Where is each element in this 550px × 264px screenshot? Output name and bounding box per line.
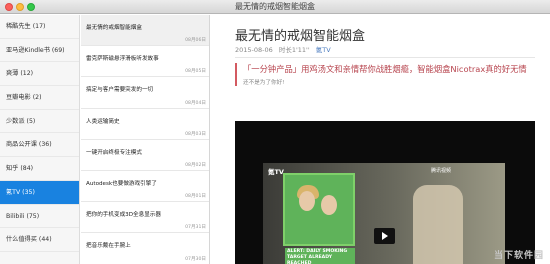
video-channel-logo: 氪TV [268, 168, 284, 176]
list-item-title: 雷克萨斯磁悬浮滑板听发故事 [86, 56, 159, 63]
list-item[interactable]: Autodesk也要做游戏引擎了 08月01日 [81, 171, 209, 203]
sidebar-item-active[interactable]: 氪TV (35) [0, 180, 79, 205]
article-quote: 「一分钟产品」用鸡汤文和亲情帮你战胜烟瘾，智能烟盒Nicotrax真的好无情 还… [235, 63, 535, 86]
sidebar-item[interactable]: Bilibili (75) [0, 205, 79, 229]
list-item-title: 人类运输简史 [86, 118, 120, 125]
list-item-date: 08月06日 [185, 38, 206, 44]
list-item[interactable]: 人类运输简史 08月03日 [81, 109, 209, 140]
face-shape [321, 195, 337, 215]
list-item[interactable]: 一键开启终极专注模式 08月02日 [81, 140, 209, 171]
article-list: 最无情的戒烟智能烟盒 08月06日 雷克萨斯磁悬浮滑板听发故事 08月05日 搞… [81, 15, 210, 264]
list-item-date: 08月02日 [185, 162, 206, 168]
list-item-title: 把你的手机变成3D全息显示器 [86, 212, 161, 219]
face-shape [299, 191, 315, 211]
divider [235, 57, 535, 58]
window-title: 最无情的戒烟智能烟盒 [235, 2, 315, 11]
watermark: 当下软件园 [493, 251, 544, 261]
list-item-title: 把音乐戴在手腕上 [86, 243, 131, 250]
video-player[interactable]: 氪TV 腾讯视频 ALERT: DAILY SMOKING TARGET ALR… [235, 121, 535, 264]
sidebar-item[interactable]: 少数派 (5) [0, 110, 79, 134]
sidebar-item[interactable]: 什么值得买 (44) [0, 228, 79, 252]
quote-text: 「一分钟产品」用鸡汤文和亲情帮你战胜烟瘾，智能烟盒Nicotrax真的好无情 [243, 64, 527, 74]
list-item-selected[interactable]: 最无情的戒烟智能烟盒 08月06日 [81, 15, 209, 47]
sidebar-item[interactable]: 亚马逊Kindle书 (69) [0, 39, 79, 63]
list-item[interactable]: 把音乐戴在手腕上 07月30日 [81, 233, 209, 264]
sidebar-item[interactable]: 知乎 (84) [0, 157, 79, 181]
feed-sidebar: 稀酷先生 (17) 亚马逊Kindle书 (69) 爽薄 (12) 豆瓣电影 (… [0, 15, 80, 264]
list-item-title: Autodesk也要做游戏引擎了 [86, 180, 157, 187]
sidebar-item[interactable]: 稀酷先生 (17) [0, 15, 79, 39]
article-date: 2015-08-06 [235, 46, 273, 54]
article-title: 最无情的戒烟智能烟盒 [235, 29, 366, 44]
list-item-date: 07月30日 [185, 256, 206, 262]
article-view: 最无情的戒烟智能烟盒 2015-08-06 时长1'11'' 氪TV 「一分钟产… [211, 15, 550, 264]
list-item-title: 一键开启终极专注模式 [86, 149, 142, 156]
article-source[interactable]: 氪TV [316, 46, 331, 54]
list-item-title: 最无情的戒烟智能烟盒 [86, 25, 142, 31]
list-item-date: 08月03日 [185, 131, 206, 137]
sidebar-item[interactable]: 豆瓣电影 (2) [0, 86, 79, 110]
list-item[interactable]: 搞定与客户需要突发的一切 08月04日 [81, 77, 209, 109]
video-caption: ALERT: DAILY SMOKING TARGET ALREADY REAC… [285, 248, 355, 264]
article-meta: 2015-08-06 时长1'11'' 氪TV [235, 44, 335, 54]
sidebar-item[interactable]: 商品公开课 (36) [0, 133, 79, 158]
list-item-title: 搞定与客户需要突发的一切 [86, 87, 154, 94]
video-person-image [413, 185, 463, 264]
video-photo-thumbnail [283, 173, 355, 246]
title-bar: 最无情的戒烟智能烟盒 [0, 0, 550, 14]
list-item-date: 08月04日 [185, 100, 206, 106]
article-duration: 时长1'11'' [278, 46, 310, 54]
list-item-date: 08月01日 [185, 194, 206, 200]
quote-subtext: 还不是为了你好! [243, 80, 285, 86]
list-item[interactable]: 把你的手机变成3D全息显示器 07月31日 [81, 202, 209, 234]
list-item-date: 08月05日 [185, 69, 206, 75]
list-item[interactable]: 雷克萨斯磁悬浮滑板听发故事 08月05日 [81, 46, 209, 78]
list-item-date: 07月31日 [185, 225, 206, 231]
sidebar-item[interactable]: 爽薄 (12) [0, 62, 79, 87]
play-icon[interactable] [374, 228, 395, 244]
video-provider-logo: 腾讯视频 [431, 168, 452, 174]
